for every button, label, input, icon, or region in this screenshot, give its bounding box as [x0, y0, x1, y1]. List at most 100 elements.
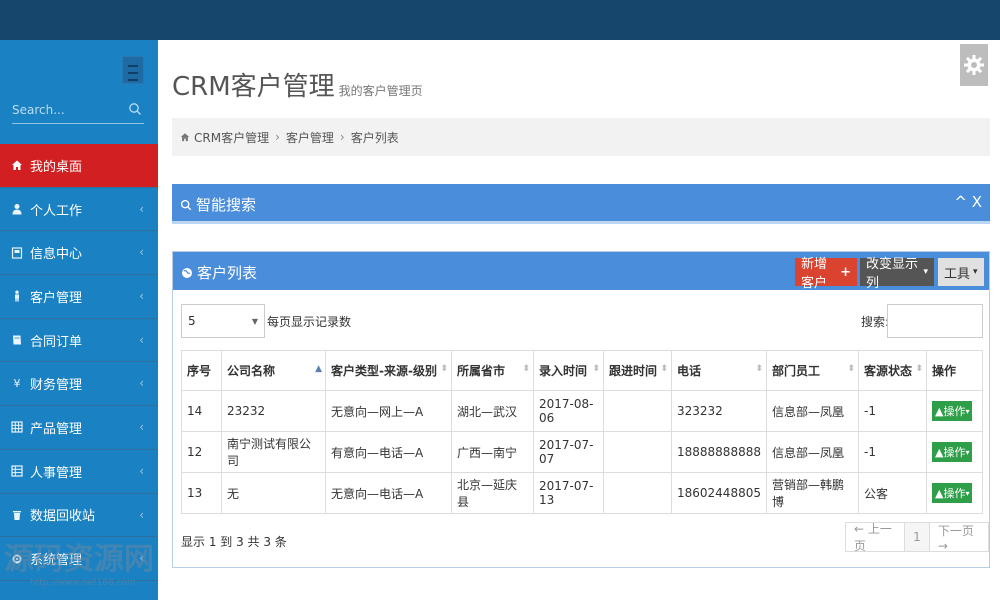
sidebar-item-finance[interactable]: ¥ 财务管理 ‹: [0, 362, 158, 407]
sort-icon: ⬍: [915, 364, 923, 374]
column-header[interactable]: 录入时间 ⬍: [533, 350, 604, 391]
gear-icon: [964, 55, 984, 75]
sort-icon: ⬍: [522, 364, 530, 374]
sidebar-item-customer[interactable]: 客户管理 ‹: [0, 275, 158, 319]
column-header[interactable]: 跟进时间 ⬍: [603, 350, 672, 391]
sidebar-nav: 我的桌面 个人工作 ‹ 信息中心 ‹ 客户管理 ‹ 合同订单 ‹ ¥ 财务管理 …: [0, 144, 158, 581]
yen-icon: ¥: [13, 377, 21, 391]
page-size-select[interactable]: 5 ▼: [181, 304, 265, 338]
table-search-label: 搜索:: [861, 315, 890, 329]
sidebar-item-desktop[interactable]: 我的桌面: [0, 144, 158, 188]
sidebar-item-label: 数据回收站: [30, 509, 96, 525]
menu-toggle-icon[interactable]: [122, 56, 144, 84]
sidebar-item-info-center[interactable]: 信息中心 ‹: [0, 231, 158, 276]
chevron-left-icon: ‹: [139, 507, 144, 522]
sidebar-item-label: 财务管理: [30, 378, 83, 394]
user-icon: [10, 202, 24, 216]
tools-button[interactable]: 工具 ▾: [938, 258, 984, 286]
chevron-left-icon: ‹: [139, 420, 144, 435]
book-icon: [10, 333, 24, 347]
table-header-row: 序号 公司名称 ▲ 客户类型-来源-级别 ⬍ 所属省市 ⬍ 录入时间 ⬍ 跟进时间 ⬍ 电…: [181, 350, 984, 391]
chevron-left-icon: ‹: [139, 245, 144, 260]
breadcrumb-separator: ›: [275, 130, 280, 144]
settings-gear-button[interactable]: [960, 44, 988, 86]
column-header[interactable]: 序号: [181, 350, 222, 391]
globe-icon: [182, 267, 192, 278]
table-row: 13 无 无意向—电话—A 北京—延庆县 2017-07-13 18602448…: [181, 472, 984, 514]
row-action-button[interactable]: ▲ 操作 ▾: [931, 442, 973, 462]
column-header[interactable]: 客户类型-来源-级别 ⬍: [325, 350, 452, 391]
sort-icon: ⬍: [755, 364, 763, 374]
table-search-input[interactable]: [887, 304, 983, 338]
breadcrumb: CRM客户管理 › 客户管理 › 客户列表: [172, 118, 990, 156]
page-subtitle: 我的客户管理页: [338, 84, 423, 98]
sidebar-item-label: 我的桌面: [30, 159, 83, 175]
sidebar-item-recycle[interactable]: 数据回收站 ‹: [0, 494, 158, 538]
grid-icon: [10, 420, 24, 434]
customer-table: 序号 公司名称 ▲ 客户类型-来源-级别 ⬍ 所属省市 ⬍ 录入时间 ⬍ 跟进时间 ⬍ 电…: [181, 350, 984, 514]
breadcrumb-item[interactable]: 客户管理: [286, 129, 334, 146]
page-title: CRM客户管理 我的客户管理页: [172, 72, 423, 102]
user-icon: ▲: [934, 404, 944, 418]
chevron-down-icon: ▾: [965, 447, 970, 457]
sidebar-item-hr[interactable]: 人事管理 ‹: [0, 450, 158, 494]
pagination: ← 上一页 1 下一页 →: [845, 522, 989, 553]
add-customer-button[interactable]: 新增客户 +: [795, 257, 857, 291]
smart-search-panel: 智能搜索 ^ X: [172, 184, 990, 224]
chevron-left-icon: ‹: [139, 332, 144, 347]
sidebar-item-product[interactable]: 产品管理 ‹: [0, 406, 158, 450]
chevron-left-icon: ‹: [139, 376, 144, 391]
page-size-label: 每页显示记录数: [267, 315, 352, 329]
chevron-down-icon: ▾: [965, 406, 970, 416]
watermark-logo: 源码资源网 http://www.net188.com: [4, 542, 154, 588]
sidebar-item-label: 人事管理: [30, 465, 83, 481]
sort-icon: ⬍: [592, 364, 600, 374]
row-action-button[interactable]: ▲ 操作 ▾: [931, 401, 973, 421]
sidebar-item-personal-work[interactable]: 个人工作 ‹: [0, 188, 158, 232]
column-header[interactable]: 部门员工 ⬍: [765, 350, 859, 391]
column-header[interactable]: 客源状态 ⬍: [857, 350, 927, 391]
change-columns-button[interactable]: 改变显示列 ▾: [860, 257, 934, 291]
column-header[interactable]: 所属省市 ⬍: [451, 350, 534, 391]
column-header[interactable]: 公司名称 ▲: [221, 350, 326, 391]
breadcrumb-item[interactable]: CRM客户管理: [194, 129, 269, 146]
breadcrumb-separator: ›: [339, 130, 345, 144]
home-icon: [10, 158, 24, 172]
breadcrumb-item: 客户列表: [350, 130, 399, 145]
next-page-button[interactable]: 下一页 →: [930, 523, 988, 553]
top-navbar: [0, 0, 1000, 40]
sort-icon: ⬍: [440, 364, 448, 374]
table-row: 12 南宁测试有限公司 有意向—电话—A 广西—南宁 2017-07-07 18…: [181, 431, 984, 473]
column-header: 操作: [925, 350, 984, 391]
sidebar-search-input[interactable]: [12, 98, 124, 122]
customer-list-panel: 客户列表 新增客户 + 改变显示列 ▾ 工具 ▾ 5 ▼ 每页显示记录数 搜索:: [172, 251, 990, 568]
sidebar-item-label: 客户管理: [30, 290, 83, 306]
user-icon: ▲: [934, 445, 944, 459]
sidebar: 我的桌面 个人工作 ‹ 信息中心 ‹ 客户管理 ‹ 合同订单 ‹ ¥ 财务管理 …: [0, 40, 158, 600]
sort-icon: ⬍: [847, 364, 855, 374]
table-row: 14 23232 无意向—网上—A 湖北—武汉 2017-08-06 32323…: [181, 390, 984, 432]
prev-page-button[interactable]: ← 上一页: [846, 522, 906, 553]
chevron-left-icon: ‹: [139, 289, 144, 304]
chevron-left-icon: ‹: [139, 201, 144, 216]
grid-icon: [10, 464, 24, 478]
person-icon: [10, 289, 24, 303]
sort-icon: ⬍: [660, 364, 668, 374]
column-header[interactable]: 电话 ⬍: [671, 350, 767, 391]
panel-collapse-close-icons[interactable]: ^ X: [954, 193, 982, 211]
sidebar-item-label: 合同订单: [30, 334, 83, 350]
sidebar-item-label: 产品管理: [30, 421, 83, 437]
main-content: CRM客户管理 我的客户管理页 CRM客户管理 › 客户管理 › 客户列表 智能搜…: [158, 40, 1000, 600]
plus-icon: +: [840, 264, 851, 280]
search-icon[interactable]: [128, 102, 142, 116]
row-action-button[interactable]: ▲ 操作 ▾: [931, 483, 973, 503]
chevron-left-icon: ‹: [139, 463, 144, 478]
current-page[interactable]: 1: [905, 523, 930, 551]
info-icon: [10, 246, 24, 260]
sidebar-item-label: 信息中心: [30, 247, 83, 263]
smart-search-title[interactable]: 智能搜索: [180, 194, 256, 215]
trash-icon: [10, 508, 24, 522]
sidebar-item-contract[interactable]: 合同订单 ‹: [0, 319, 158, 363]
list-header: 客户列表 新增客户 + 改变显示列 ▾ 工具 ▾: [173, 252, 989, 291]
customer-list-title: 客户列表: [181, 262, 257, 283]
